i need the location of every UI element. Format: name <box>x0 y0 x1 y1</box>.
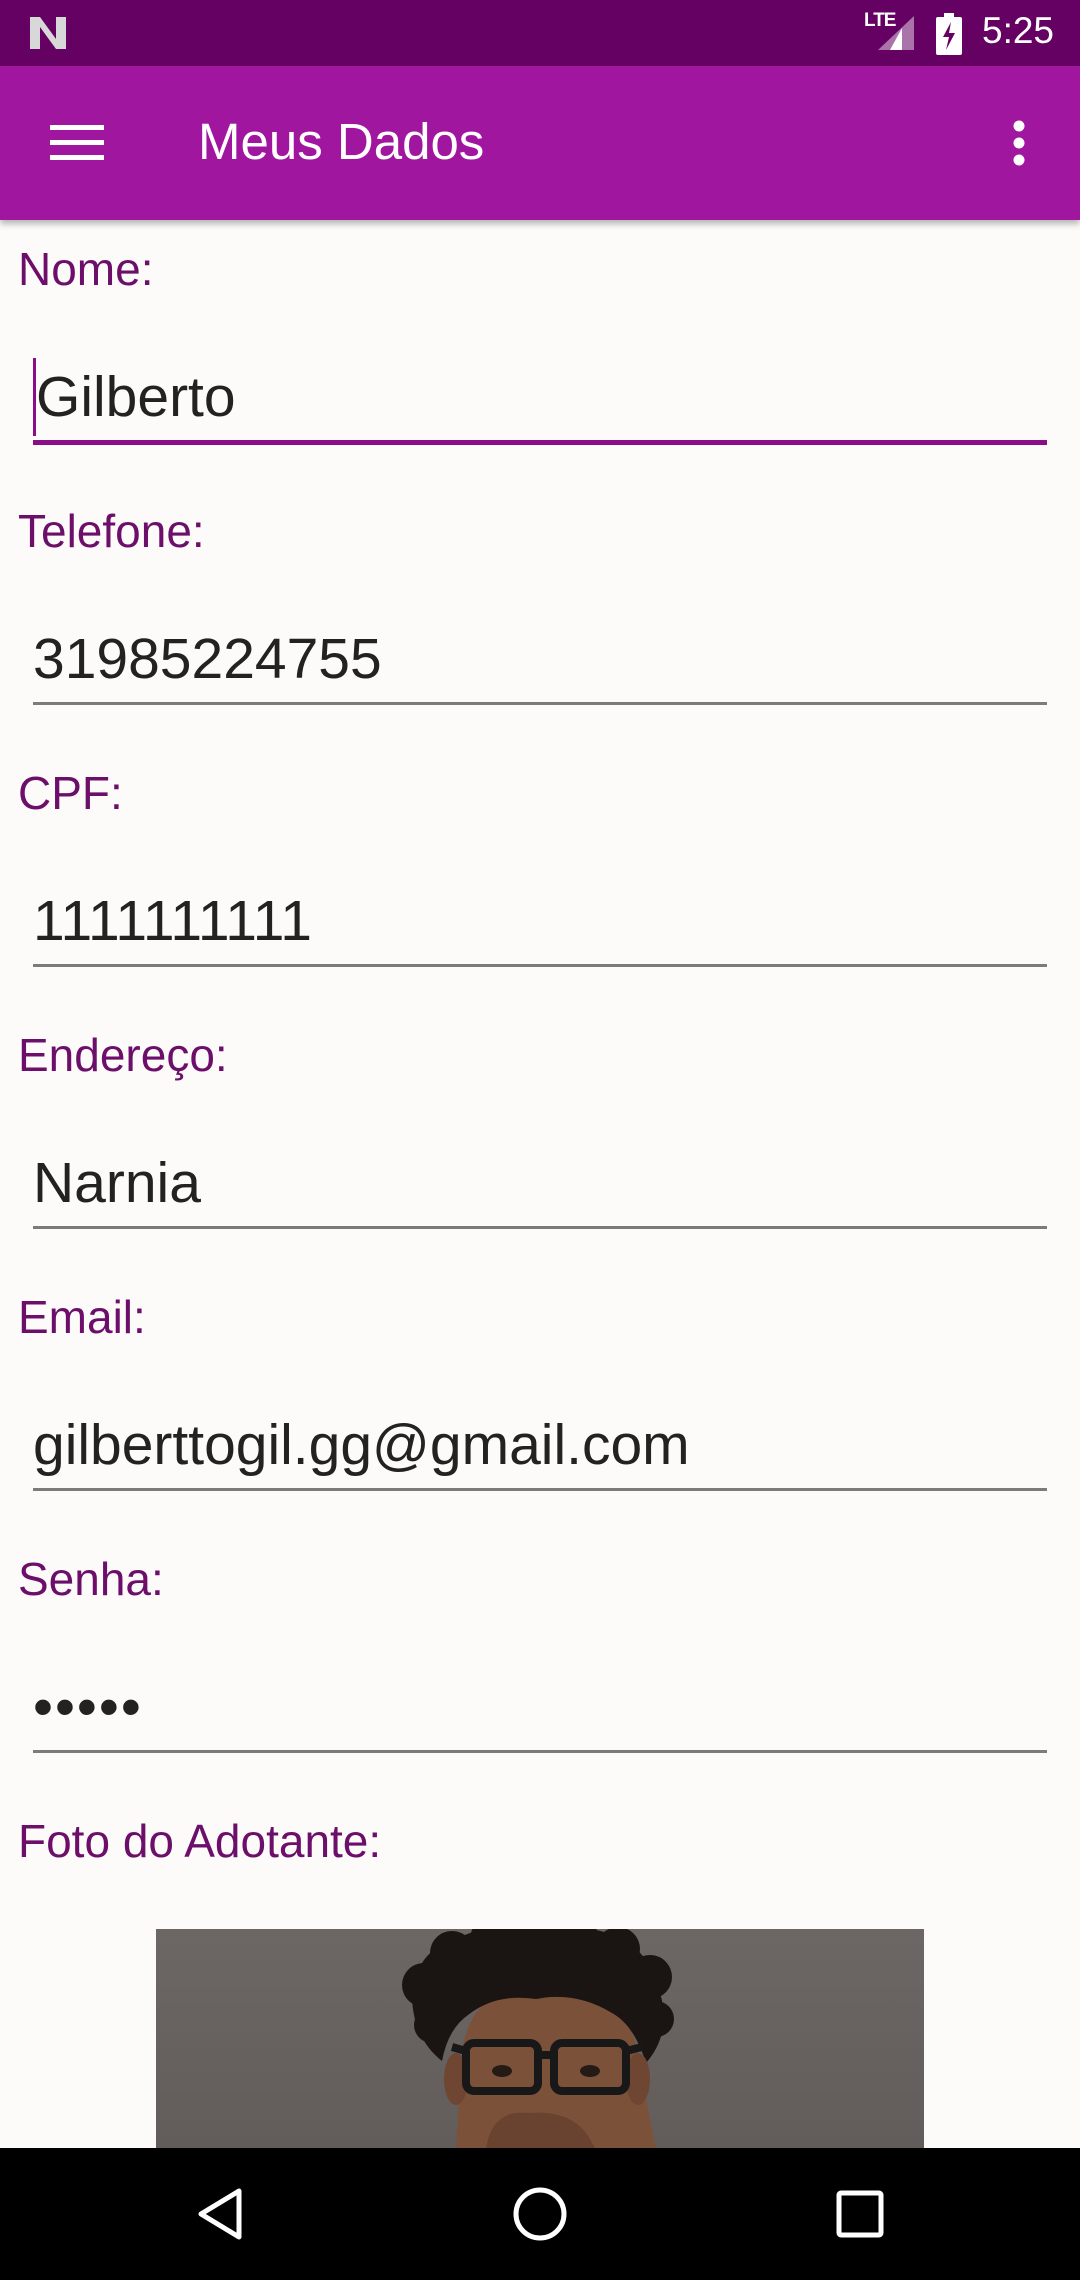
email-field[interactable]: gilberttogil.gg@gmail.com <box>33 1402 1047 1491</box>
app-bar: Meus Dados <box>0 66 1080 220</box>
email-value: gilberttogil.gg@gmail.com <box>33 1413 690 1477</box>
notification-n-icon <box>30 17 66 49</box>
name-label: Nome: <box>18 243 154 295</box>
signal-icon <box>878 16 914 50</box>
phone-label: Telefone: <box>18 505 205 557</box>
password-value: ••••• <box>33 1675 143 1739</box>
recents-icon <box>836 2190 884 2238</box>
more-vert-icon <box>1013 120 1025 166</box>
status-bar: LTE 5:25 <box>0 0 1080 66</box>
name-value: Gilberto <box>36 365 236 429</box>
address-value: Narnia <box>33 1151 201 1215</box>
menu-button[interactable] <box>40 106 114 180</box>
photo-label: Foto do Adotante: <box>18 1815 382 1867</box>
email-label: Email: <box>18 1291 146 1343</box>
phone-value: 31985224755 <box>33 627 382 691</box>
recents-button[interactable] <box>828 2182 892 2246</box>
overflow-menu-button[interactable] <box>994 106 1044 180</box>
phone-field[interactable]: 31985224755 <box>33 616 1047 705</box>
battery-charging-icon <box>936 13 962 55</box>
address-label: Endereço: <box>18 1029 228 1081</box>
cpf-value: 1111111111 <box>33 889 312 953</box>
cpf-field[interactable]: 1111111111 <box>33 878 1047 967</box>
back-icon <box>198 2188 242 2240</box>
back-button[interactable] <box>188 2182 252 2246</box>
status-time: 5:25 <box>982 10 1055 51</box>
name-field[interactable]: Gilberto <box>33 354 1047 445</box>
home-button[interactable] <box>508 2182 572 2246</box>
adopter-photo-image <box>402 1929 674 2149</box>
password-label: Senha: <box>18 1553 164 1605</box>
page-title: Meus Dados <box>198 113 485 170</box>
navigation-bar <box>0 2148 1080 2280</box>
menu-icon <box>50 125 104 160</box>
adopter-photo[interactable] <box>156 1929 924 2149</box>
text-cursor <box>33 357 36 436</box>
password-field[interactable]: ••••• <box>33 1664 1047 1753</box>
cpf-label: CPF: <box>18 767 123 819</box>
home-icon <box>513 2187 567 2241</box>
address-field[interactable]: Narnia <box>33 1140 1047 1229</box>
